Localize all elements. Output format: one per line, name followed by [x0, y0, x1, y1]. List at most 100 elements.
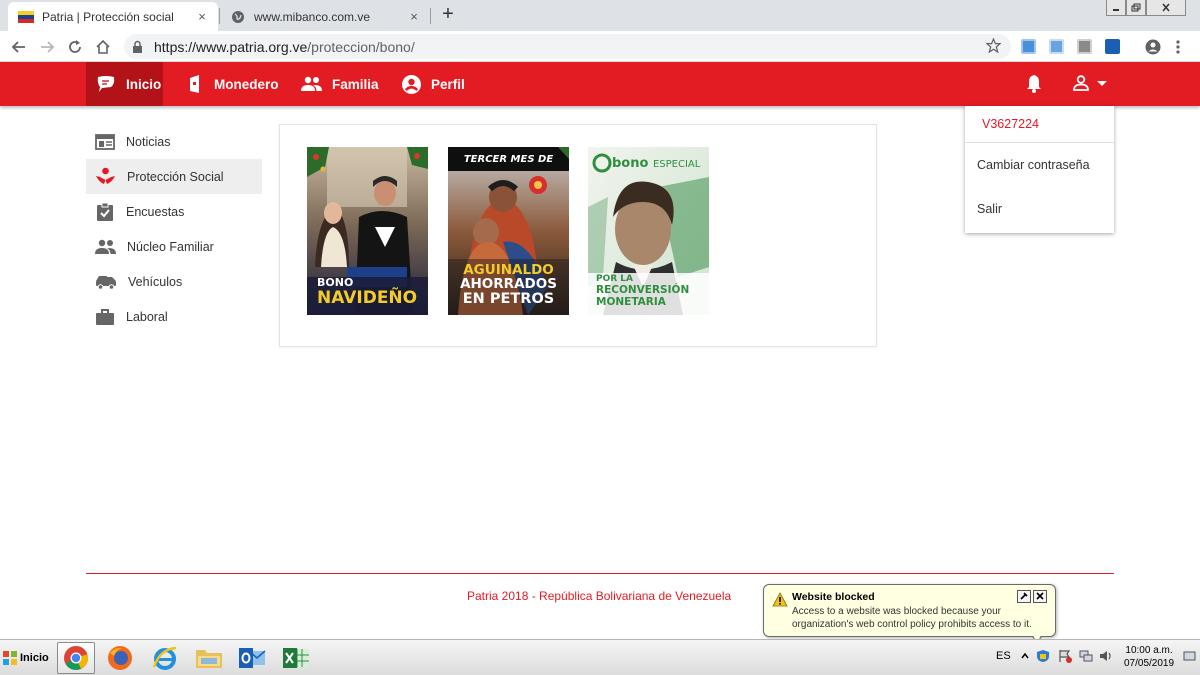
- tab-close-icon[interactable]: ×: [406, 9, 422, 24]
- restore-button[interactable]: [1126, 0, 1146, 16]
- nav-monedero-label: Monedero: [214, 76, 279, 92]
- language-indicator[interactable]: ES: [996, 650, 1011, 662]
- footer-divider: [86, 573, 1114, 574]
- clock-time: 10:00 a.m.: [1125, 645, 1173, 656]
- globe-icon: [230, 9, 246, 25]
- new-tab-button[interactable]: +: [437, 4, 459, 26]
- nav-perfil[interactable]: Perfil: [402, 62, 465, 106]
- poster-caption-3: EN PETROS: [462, 291, 555, 307]
- sidebar-item-proteccion-social[interactable]: Protección Social: [86, 159, 262, 194]
- sidebar-item-vehiculos[interactable]: Vehículos: [86, 264, 262, 299]
- nav-inicio[interactable]: Inicio: [86, 62, 163, 106]
- poster-caption-2: NAVIDEÑO: [317, 288, 418, 308]
- notification-close-icon[interactable]: [1033, 590, 1047, 603]
- poster-caption-1: BONO: [317, 276, 354, 289]
- search-extension-icon[interactable]: [1105, 39, 1120, 54]
- chat-bubble-icon: [97, 76, 115, 92]
- poster-brand-word-2: ESPECIAL: [652, 159, 701, 170]
- clipboard-check-icon: [97, 202, 113, 221]
- volume-icon[interactable]: [1099, 649, 1113, 663]
- security-shield-icon[interactable]: [1036, 649, 1050, 663]
- poster-caption-top: TERCER MES DE: [463, 154, 554, 165]
- windows-taskbar: Inicio ES 10:00 a.m. 07/05/2019: [0, 639, 1200, 675]
- nav-monedero[interactable]: Monedero: [188, 62, 279, 106]
- back-arrow-icon[interactable]: [8, 36, 30, 58]
- network-icon[interactable]: [1079, 649, 1093, 663]
- bonos-card: BONO NAVIDEÑO TERCER MES DE AGUINALDO AH…: [279, 124, 877, 347]
- home-icon[interactable]: [92, 36, 114, 58]
- dropdown-divider: [965, 142, 1114, 143]
- taskbar-excel-button[interactable]: [277, 642, 315, 674]
- taskbar-firefox-button[interactable]: [101, 642, 139, 674]
- newspaper-icon: [95, 133, 115, 150]
- user-dropdown-menu: V3627224 Cambiar contraseña Salir: [965, 106, 1114, 233]
- notification-body: Access to a website was blocked because …: [792, 606, 1032, 630]
- browser-tab-mibanco[interactable]: www.mibanco.com.ve ×: [220, 2, 430, 31]
- tab-title: www.mibanco.com.ve: [254, 9, 371, 24]
- sidebar: Noticias Protección Social Encuestas Núc…: [86, 124, 262, 334]
- app-header: Inicio Monedero Familia Perfil: [0, 62, 1200, 106]
- menu-item-logout[interactable]: Salir: [977, 202, 1002, 216]
- menu-item-change-password[interactable]: Cambiar contraseña: [977, 158, 1090, 172]
- poster-caption-2: AHORRADOS: [460, 276, 557, 292]
- tab-close-icon[interactable]: ×: [194, 9, 210, 24]
- browser-menu-icon[interactable]: [1168, 37, 1188, 57]
- bono-aguinaldo-poster[interactable]: TERCER MES DE AGUINALDO AHORRADOS EN PET…: [448, 147, 569, 315]
- extension-icon[interactable]: [1077, 39, 1092, 54]
- browser-tab-patria[interactable]: Patria | Protección social ×: [8, 2, 218, 31]
- nav-familia[interactable]: Familia: [301, 62, 379, 106]
- minimize-button[interactable]: [1106, 0, 1126, 16]
- sidebar-item-nucleo-familiar[interactable]: Núcleo Familiar: [86, 229, 262, 264]
- sidebar-item-laboral[interactable]: Laboral: [86, 299, 262, 334]
- notification-options-icon[interactable]: [1017, 590, 1031, 603]
- lock-icon: [132, 40, 148, 53]
- close-window-button[interactable]: [1146, 0, 1186, 16]
- bono-navideno-poster[interactable]: BONO NAVIDEÑO: [307, 147, 428, 315]
- poster-brand: bono ESPECIAL: [612, 157, 709, 170]
- firefox-icon: [108, 646, 132, 670]
- wallet-icon: [190, 75, 199, 93]
- chrome-icon: [64, 646, 89, 670]
- taskbar-outlook-button[interactable]: [233, 642, 271, 674]
- sidebar-item-label: Núcleo Familiar: [127, 239, 214, 254]
- poster-caption-2: RECONVERSIÓN: [596, 284, 690, 296]
- taskbar-chrome-button[interactable]: [57, 642, 95, 674]
- poster-brand-word: bono: [612, 156, 649, 171]
- action-center-flag-icon[interactable]: [1058, 649, 1072, 663]
- sidebar-item-label: Encuestas: [126, 204, 185, 219]
- warning-icon: [772, 592, 788, 607]
- extension-icon[interactable]: [1021, 39, 1036, 54]
- taskbar-explorer-button[interactable]: [190, 642, 228, 674]
- show-desktop-icon[interactable]: [1183, 650, 1196, 663]
- excel-icon: [283, 648, 309, 668]
- sidebar-item-noticias[interactable]: Noticias: [86, 124, 262, 159]
- bono-especial-poster[interactable]: bono ESPECIAL POR LA RECONVERSIÓN MONETA…: [588, 147, 709, 315]
- user-menu-toggle[interactable]: [1072, 74, 1108, 92]
- extension-icon[interactable]: [1049, 39, 1064, 54]
- people-icon: [301, 76, 322, 91]
- notification-title: Website blocked: [792, 591, 875, 603]
- taskbar-ie-button[interactable]: [146, 642, 184, 674]
- account-circle-icon: [402, 74, 421, 94]
- address-bar[interactable]: https://www.patria.org.ve/proteccion/bon…: [124, 34, 1011, 59]
- nav-inicio-label: Inicio: [126, 76, 162, 92]
- notifications-bell-icon[interactable]: [1025, 74, 1043, 99]
- sidebar-item-label: Vehículos: [128, 274, 183, 289]
- window-controls: [1106, 0, 1186, 16]
- tab-title: Patria | Protección social: [42, 9, 174, 24]
- system-clock[interactable]: 10:00 a.m. 07/05/2019: [1124, 644, 1174, 670]
- profile-avatar-icon[interactable]: [1143, 37, 1163, 57]
- forward-arrow-icon[interactable]: [36, 36, 58, 58]
- footer-text: Patria 2018 - República Bolivariana de V…: [467, 589, 732, 603]
- url-path: /proteccion/bono/: [307, 38, 415, 55]
- start-button[interactable]: Inicio: [2, 645, 49, 671]
- sidebar-item-encuestas[interactable]: Encuestas: [86, 194, 262, 229]
- caret-down-icon: [1097, 81, 1107, 86]
- bookmark-star-icon[interactable]: [985, 37, 1002, 56]
- folder-icon: [196, 650, 222, 668]
- show-hidden-icons-chevron-icon[interactable]: [1018, 649, 1032, 663]
- internet-explorer-icon: [152, 646, 177, 670]
- care-hands-icon: [96, 167, 115, 184]
- reload-icon[interactable]: [64, 36, 86, 58]
- sidebar-item-label: Protección Social: [127, 169, 224, 184]
